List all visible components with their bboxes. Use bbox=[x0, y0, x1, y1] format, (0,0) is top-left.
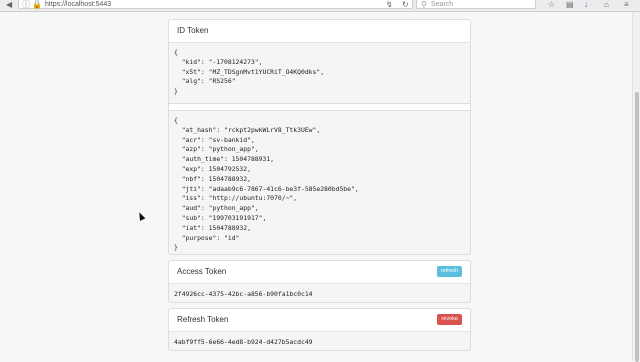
access-token-card-header: Access Token refresh bbox=[169, 261, 470, 284]
home-icon[interactable]: ⌂ bbox=[604, 0, 609, 9]
download-icon[interactable]: ↓ bbox=[584, 0, 588, 9]
refresh-button[interactable]: refresh bbox=[436, 266, 462, 277]
access-token-body: 2f4926cc-4375-42bc-a856-b90fa1bc0c14 bbox=[169, 284, 470, 302]
id-token-card-header: ID Token bbox=[169, 20, 470, 43]
refresh-token-card-header: Refresh Token revoke bbox=[169, 309, 470, 332]
flash-icon[interactable]: ↯ bbox=[386, 0, 393, 9]
search-bar[interactable]: ⚲ Search bbox=[416, 0, 536, 9]
refresh-token-body: 4abf9ff5-6e66-4ed8-b924-d427b5acdc49 bbox=[169, 332, 470, 350]
clipboard-icon[interactable]: ▤ bbox=[566, 0, 574, 9]
id-token-header-json: { "kid": "-1708124273", "x5t": "MZ_TDSgn… bbox=[174, 48, 325, 96]
access-token-value: 2f4926cc-4375-42bc-a856-b90fa1bc0c14 bbox=[174, 290, 313, 298]
id-token-title: ID Token bbox=[177, 26, 209, 35]
address-bar[interactable]: ⓘ 🔒 https://localhost:5443 ↯ ↻ bbox=[18, 0, 413, 9]
scrollbar-thumb[interactable] bbox=[635, 92, 639, 362]
browser-toolbar: ◀ ⓘ 🔒 https://localhost:5443 ↯ ↻ ⚲ Searc… bbox=[0, 0, 640, 12]
search-icon: ⚲ bbox=[421, 0, 427, 9]
refresh-token-value: 4abf9ff5-6e66-4ed8-b924-d427b5acdc49 bbox=[174, 338, 313, 346]
access-token-title: Access Token bbox=[177, 267, 227, 276]
id-token-card: ID Token { "kid": "-1708124273", "x5t": … bbox=[168, 19, 471, 255]
id-token-payload-section: { "at_hash": "rckpt2pwkWLrV8_Ttk3UEw", "… bbox=[169, 110, 470, 254]
refresh-token-title: Refresh Token bbox=[177, 315, 229, 324]
lock-icon[interactable]: 🔒 bbox=[32, 0, 42, 9]
revoke-button[interactable]: revoke bbox=[437, 314, 462, 325]
url-text[interactable]: https://localhost:5443 bbox=[45, 0, 111, 9]
access-token-card: Access Token refresh 2f4926cc-4375-42bc-… bbox=[168, 260, 471, 303]
bookmark-star-icon[interactable]: ☆ bbox=[548, 0, 555, 9]
refresh-token-card: Refresh Token revoke 4abf9ff5-6e66-4ed8-… bbox=[168, 308, 471, 351]
reload-icon[interactable]: ↻ bbox=[402, 0, 409, 9]
id-token-header-section: { "kid": "-1708124273", "x5t": "MZ_TDSgn… bbox=[169, 43, 470, 104]
id-token-payload-json: { "at_hash": "rckpt2pwkWLrV8_Ttk3UEw", "… bbox=[174, 116, 359, 252]
back-icon[interactable]: ◀ bbox=[6, 0, 12, 9]
menu-icon[interactable]: ≡ bbox=[624, 0, 629, 9]
info-icon[interactable]: ⓘ bbox=[22, 0, 30, 9]
search-placeholder[interactable]: Search bbox=[431, 0, 453, 9]
scrollbar[interactable] bbox=[632, 12, 640, 362]
